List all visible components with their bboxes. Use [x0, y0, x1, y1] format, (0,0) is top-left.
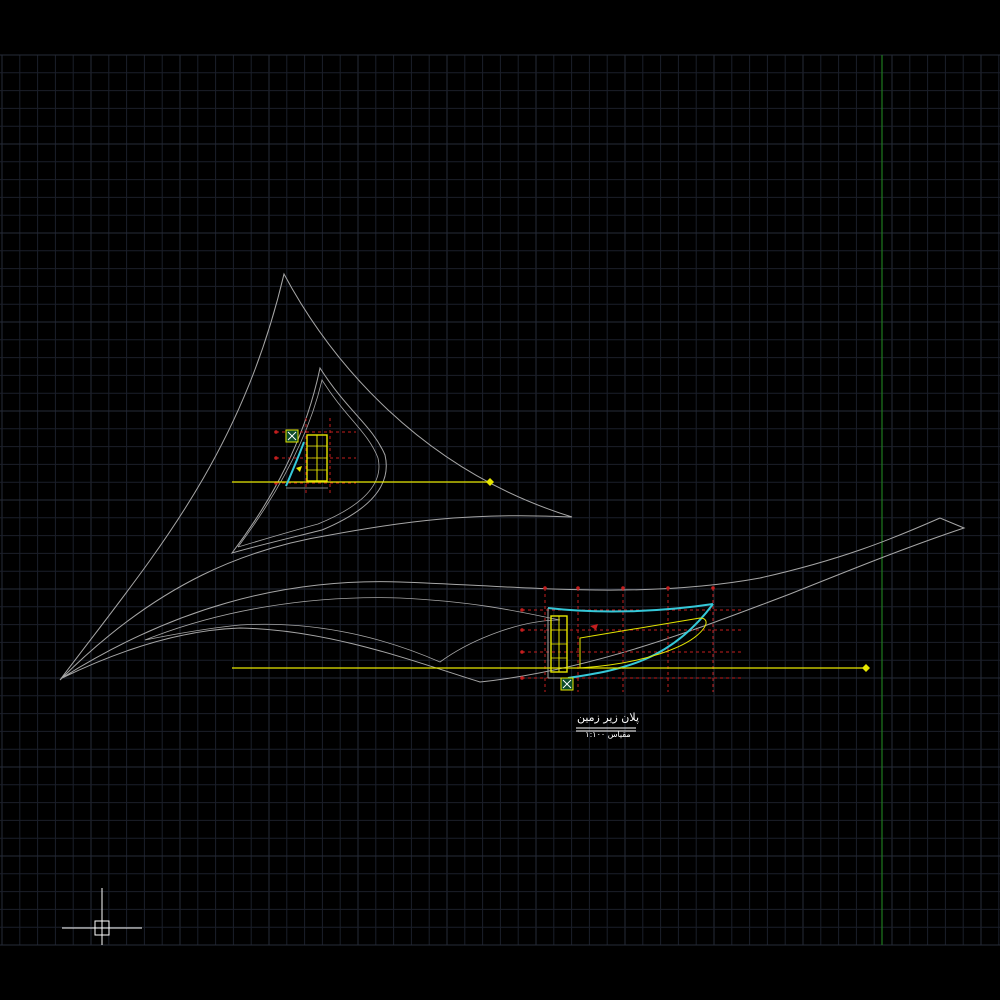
upper-stair[interactable]: [306, 434, 328, 482]
upper-axis-markers: [274, 430, 278, 485]
upper-building-plan[interactable]: [59, 272, 573, 681]
lower-elevator-icon[interactable]: [560, 677, 574, 691]
upper-building-inner-outline: [230, 366, 387, 554]
upper-level-marker: [296, 466, 302, 472]
drawing-canvas[interactable]: [0, 0, 1000, 1000]
drawing-title: پلان زیر زمین: [576, 711, 640, 724]
lower-section-marker[interactable]: [862, 664, 870, 672]
ucs-crosshair-icon: [62, 888, 142, 945]
drawing-scale: مقیاس ۱:۱۰۰: [585, 730, 631, 739]
upper-building-outline: [59, 272, 573, 681]
drawing-grid: [0, 54, 1000, 946]
upper-elevator-icon[interactable]: [285, 429, 299, 443]
model-space-viewport[interactable]: پلان زیر زمین مقیاس ۱:۱۰۰: [0, 0, 1000, 1000]
